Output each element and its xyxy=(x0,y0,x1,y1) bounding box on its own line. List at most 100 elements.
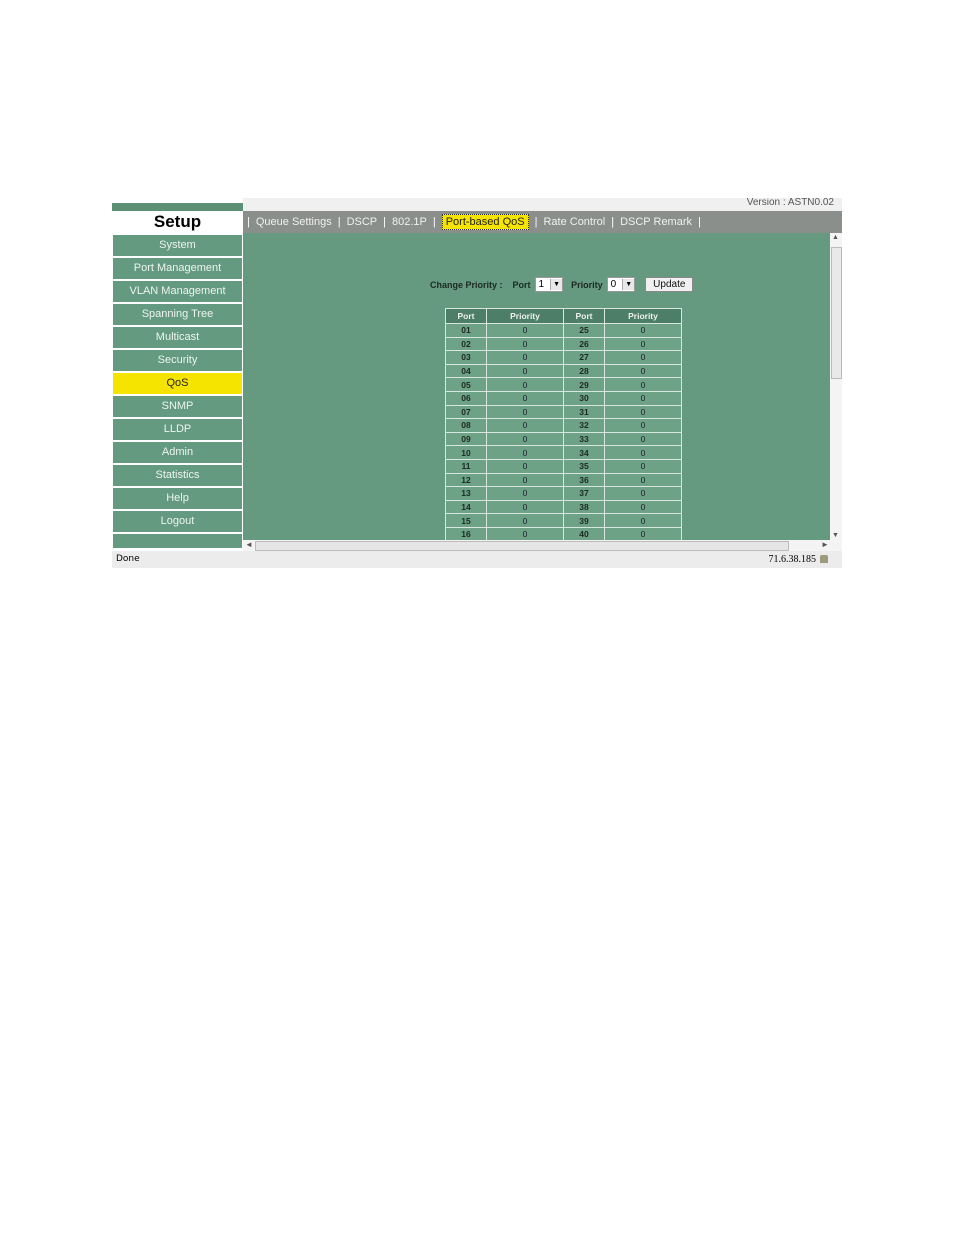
port-cell: 33 xyxy=(563,431,605,447)
table-row: 07 0 31 0 xyxy=(445,404,682,420)
sidebar-item-admin[interactable]: Admin xyxy=(113,442,242,463)
sidebar-item-spanning-tree[interactable]: Spanning Tree xyxy=(113,304,242,325)
lock-icon xyxy=(820,555,828,563)
priority-cell: 0 xyxy=(486,350,564,365)
sidebar-item-logout[interactable]: Logout xyxy=(113,511,242,532)
port-cell: 34 xyxy=(563,445,605,460)
priority-cell: 0 xyxy=(604,431,682,447)
chevron-down-icon[interactable]: ▼ xyxy=(550,279,563,290)
browser-window: Version : ASTN0.02 Setup System Port Mana… xyxy=(112,198,842,568)
sidebar-item-help[interactable]: Help xyxy=(113,488,242,509)
header-port: Port xyxy=(563,308,605,324)
port-cell: 35 xyxy=(563,458,605,474)
priority-cell: 0 xyxy=(604,323,682,338)
priority-select[interactable]: 0 ▼ xyxy=(606,277,636,292)
sidebar-item-snmp[interactable]: SNMP xyxy=(113,396,242,417)
priority-cell: 0 xyxy=(604,418,682,433)
port-cell: 04 xyxy=(445,363,487,379)
priority-cell: 0 xyxy=(604,486,682,501)
port-label: Port xyxy=(512,279,531,290)
tab-rate-control[interactable]: Rate Control xyxy=(543,216,605,228)
port-cell: 37 xyxy=(563,486,605,501)
tab-separator: | xyxy=(698,216,701,228)
scroll-up-icon[interactable]: ▲ xyxy=(832,234,839,241)
version-bar: Version : ASTN0.02 xyxy=(243,198,842,211)
priority-cell: 0 xyxy=(486,336,564,352)
priority-cell: 0 xyxy=(604,390,682,406)
table-row: 06 0 30 0 xyxy=(445,390,682,406)
port-cell: 10 xyxy=(445,445,487,460)
port-cell: 30 xyxy=(563,390,605,406)
port-cell: 27 xyxy=(563,350,605,365)
scroll-left-icon[interactable]: ◄ xyxy=(245,540,253,549)
port-select[interactable]: 1 ▼ xyxy=(534,277,564,292)
priority-cell: 0 xyxy=(486,431,564,447)
port-cell: 06 xyxy=(445,390,487,406)
priority-cell: 0 xyxy=(486,404,564,420)
sidebar: Setup System Port Management VLAN Manageme… xyxy=(112,211,243,551)
port-cell: 12 xyxy=(445,472,487,488)
port-cell: 08 xyxy=(445,418,487,433)
status-text: Done xyxy=(116,554,140,564)
sidebar-item-statistics[interactable]: Statistics xyxy=(113,465,242,486)
port-cell: 32 xyxy=(563,418,605,433)
priority-cell: 0 xyxy=(604,377,682,392)
sidebar-filler xyxy=(113,534,242,548)
sidebar-item-lldp[interactable]: LLDP xyxy=(113,419,242,440)
sidebar-item-vlan-management[interactable]: VLAN Management xyxy=(113,281,242,302)
tab-separator: | xyxy=(432,216,436,228)
priority-cell: 0 xyxy=(486,418,564,433)
tab-port-based-qos[interactable]: Port-based QoS xyxy=(441,214,529,230)
update-button[interactable]: Update xyxy=(645,277,694,292)
priority-cell: 0 xyxy=(486,472,564,488)
sidebar-item-port-management[interactable]: Port Management xyxy=(113,258,242,279)
priority-cell: 0 xyxy=(486,526,564,540)
scroll-down-icon[interactable]: ▼ xyxy=(832,532,839,539)
table-row: 11 0 35 0 xyxy=(445,458,682,474)
priority-label: Priority xyxy=(571,279,603,290)
port-cell: 13 xyxy=(445,486,487,501)
table-header-row: Port Priority Port Priority xyxy=(445,308,682,324)
priority-cell: 0 xyxy=(486,363,564,379)
sidebar-item-system[interactable]: System xyxy=(113,235,242,256)
port-cell: 28 xyxy=(563,363,605,379)
tab-dscp[interactable]: DSCP xyxy=(347,216,378,228)
table-row: 05 0 29 0 xyxy=(445,377,682,392)
header-port: Port xyxy=(445,308,487,324)
table-row: 12 0 36 0 xyxy=(445,472,682,488)
priority-cell: 0 xyxy=(486,445,564,460)
priority-cell: 0 xyxy=(486,513,564,528)
scroll-thumb[interactable] xyxy=(831,247,842,379)
table-row: 02 0 26 0 xyxy=(445,336,682,352)
priority-cell: 0 xyxy=(604,513,682,528)
port-cell: 26 xyxy=(563,336,605,352)
table-row: 09 0 33 0 xyxy=(445,431,682,447)
port-cell: 07 xyxy=(445,404,487,420)
vertical-scrollbar[interactable]: ▲ ▼ xyxy=(830,233,842,540)
tab-separator: | xyxy=(247,216,250,228)
port-cell: 14 xyxy=(445,499,487,515)
change-priority-label: Change Priority : xyxy=(430,279,503,290)
tab-separator: | xyxy=(383,216,386,228)
table-row: 10 0 34 0 xyxy=(445,445,682,460)
chevron-down-icon[interactable]: ▼ xyxy=(622,279,635,290)
port-priority-table: Port Priority Port Priority 01 0 25 0 02 0 26 0… xyxy=(445,308,682,540)
tab-separator: | xyxy=(337,216,341,228)
ip-address: 71.6.38.185 xyxy=(768,554,817,565)
sidebar-item-qos[interactable]: QoS xyxy=(113,373,242,394)
port-cell: 05 xyxy=(445,377,487,392)
priority-cell: 0 xyxy=(604,363,682,379)
port-cell: 02 xyxy=(445,336,487,352)
tab-dscp-remark[interactable]: DSCP Remark xyxy=(620,216,692,228)
tab-802-1p[interactable]: 802.1P xyxy=(392,216,427,228)
scroll-right-icon[interactable]: ► xyxy=(821,540,829,549)
port-cell: 31 xyxy=(563,404,605,420)
priority-cell: 0 xyxy=(486,377,564,392)
horizontal-scrollbar[interactable]: ◄ ► xyxy=(243,540,842,551)
scroll-thumb[interactable] xyxy=(255,541,789,551)
tab-queue-settings[interactable]: Queue Settings xyxy=(256,216,332,228)
priority-select-value: 0 xyxy=(610,279,617,290)
tab-separator: | xyxy=(534,216,538,228)
sidebar-item-multicast[interactable]: Multicast xyxy=(113,327,242,348)
sidebar-item-security[interactable]: Security xyxy=(113,350,242,371)
